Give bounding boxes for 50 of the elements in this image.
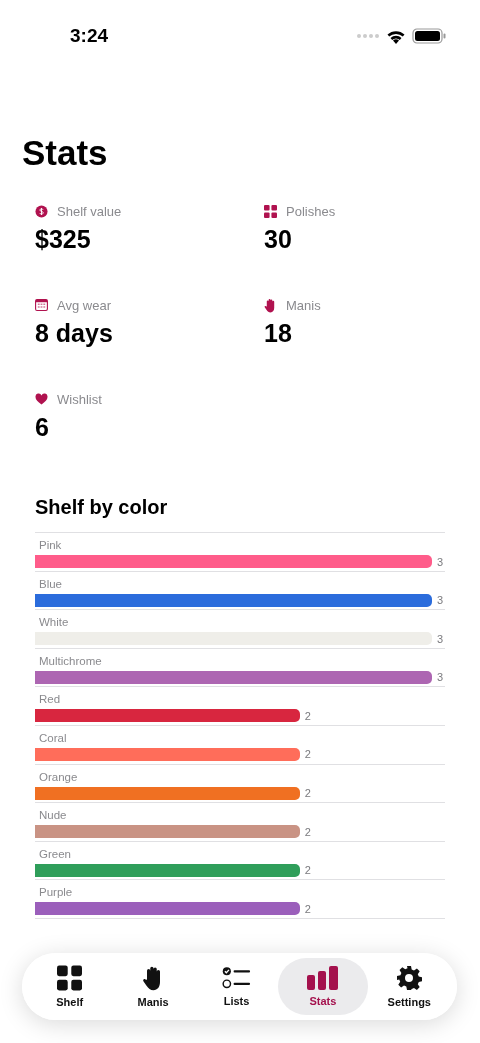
tab[interactable]: Shelf [28, 958, 112, 1015]
section-title: Shelf by color [35, 495, 169, 520]
tab[interactable]: Manis [111, 958, 195, 1015]
bar-count: 2 [304, 709, 311, 722]
bar-count: 3 [437, 671, 444, 684]
stat-label: Avg wear [57, 297, 111, 313]
stat-label: Manis [286, 297, 321, 313]
stat-value: 6 [35, 412, 50, 442]
color-label: Purple [38, 885, 74, 900]
settings-icon [396, 965, 423, 991]
bar-chart-icon [306, 966, 339, 990]
tab[interactable]: Settings [367, 958, 451, 1015]
bar-count: 3 [437, 632, 444, 645]
stat-label: Polishes [286, 203, 336, 219]
color-label: Nude [38, 808, 68, 823]
signal-icon [356, 33, 380, 39]
calendar-icon [35, 299, 48, 311]
wifi-icon [386, 28, 406, 44]
checklist-icon [222, 966, 251, 990]
bar-count: 2 [304, 748, 311, 761]
dollar-icon [35, 204, 48, 218]
color-label: Multichrome [38, 653, 103, 668]
grid-icon [264, 204, 277, 218]
bar-count: 2 [304, 825, 311, 838]
color-label: Orange [38, 769, 79, 784]
color-label: Red [38, 692, 62, 707]
stat-value: $325 [35, 224, 92, 254]
color-label: Green [38, 846, 72, 861]
page-title: Stats [21, 132, 109, 174]
battery-icon [412, 28, 446, 44]
color-label: Blue [38, 576, 64, 591]
color-label: Coral [38, 730, 68, 745]
hand-icon [264, 297, 277, 313]
stat-value: 30 [264, 224, 293, 254]
stat-label: Wishlist [57, 391, 102, 407]
color-label: White [38, 615, 70, 630]
status-time: 3:24 [70, 25, 109, 47]
stat-value: 8 days [35, 318, 114, 348]
bar-count: 2 [304, 864, 311, 877]
stat-label: Shelf value [57, 203, 122, 219]
bar-count: 3 [437, 594, 444, 607]
tab[interactable]: Lists [194, 958, 279, 1015]
tab[interactable]: Stats [278, 958, 368, 1015]
stat-value: 18 [264, 318, 293, 348]
color-label: Pink [38, 538, 63, 552]
bar-count: 3 [437, 555, 444, 568]
bar-count: 2 [304, 902, 311, 915]
bar-count: 2 [304, 787, 311, 800]
grid-icon [57, 965, 83, 991]
heart-icon [35, 393, 48, 405]
